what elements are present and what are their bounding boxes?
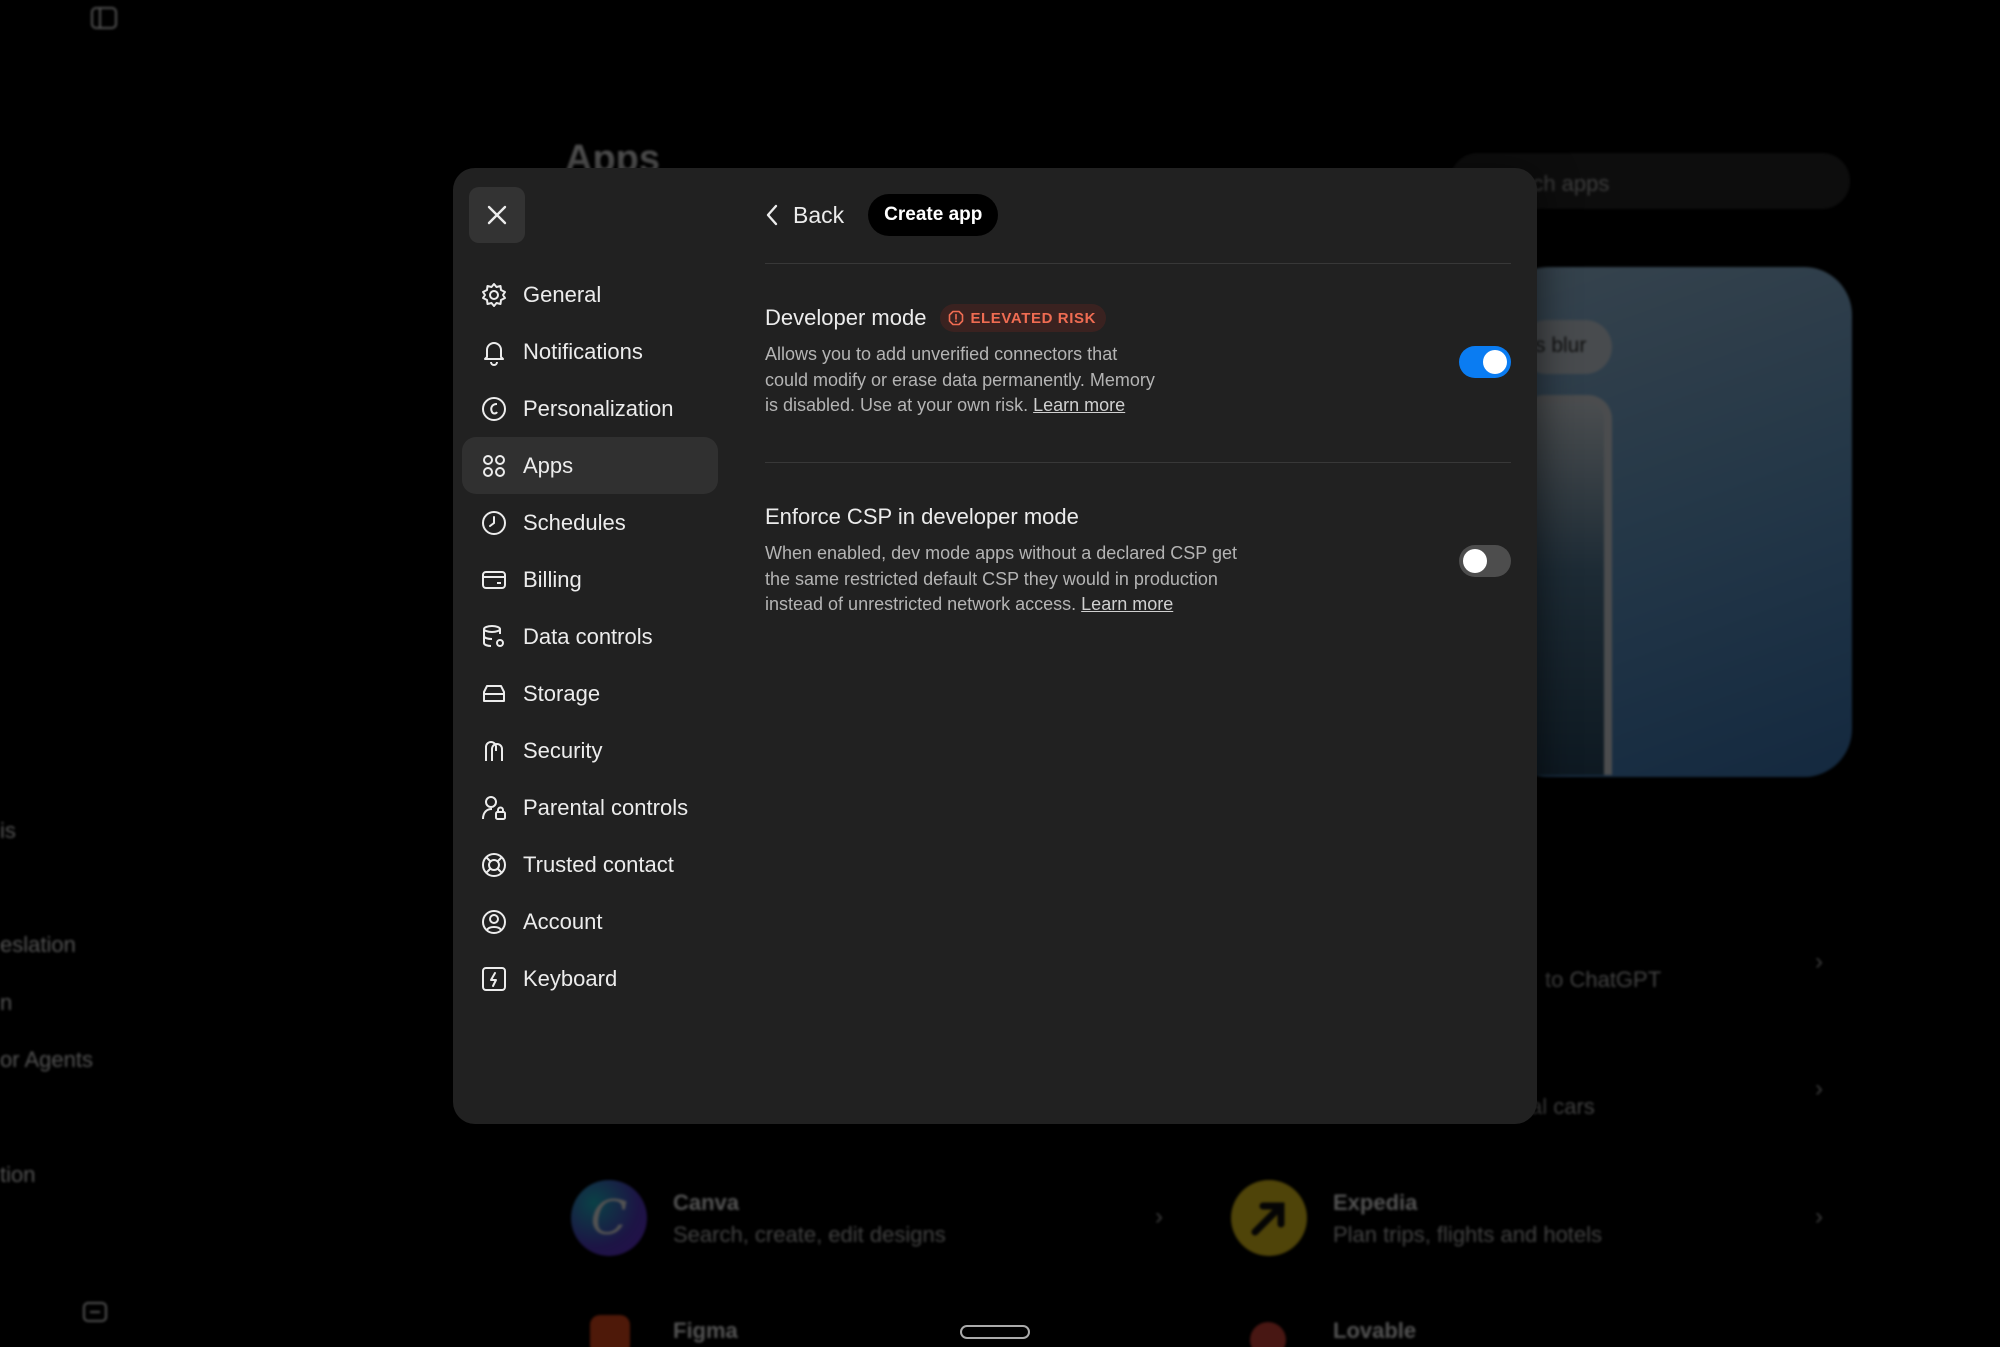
enforce-csp-desc-line: the same restricted default CSP they wou… [765,568,1218,589]
background-sidebar-fragment: tion [0,1162,36,1187]
developer-mode-desc-line: could modify or erase data permanently. … [765,369,1155,390]
nav-item-label: Notifications [523,338,643,364]
create-app-button[interactable]: Create app [868,194,999,236]
toggle-knob [1483,350,1507,374]
background-app-subtitle: to ChatGPT [1545,967,1662,992]
background-hero-chip-text: s blur [1535,334,1587,357]
divider [765,263,1511,264]
settings-modal: General Notifications Personalization Ap… [453,168,1537,1124]
database-gear-icon [479,622,509,652]
settings-nav: General Notifications Personalization Ap… [462,266,718,1007]
toggle-knob [1463,549,1487,573]
background-app-subtitle: Plan trips, flights and hotels [1333,1222,1603,1247]
nav-item-data-controls[interactable]: Data controls [462,608,718,665]
enforce-csp-desc-line: When enabled, dev mode apps without a de… [765,543,1237,563]
nav-item-label: General [523,281,602,307]
nav-item-label: Parental controls [523,794,689,820]
figma-logo-icon [590,1315,630,1347]
background-app-title: Canva [673,1190,740,1215]
divider [765,462,1511,463]
background-app-title: Figma [673,1318,738,1343]
nav-item-personalization[interactable]: Personalization [462,380,718,437]
nav-item-label: Personalization [523,395,674,421]
background-search-placeholder: rch apps [1525,171,1610,196]
chevron-right-icon: › [1815,1203,1823,1230]
lovable-logo-icon [1250,1322,1286,1347]
nav-item-security[interactable]: Security [462,722,718,779]
enforce-csp-desc-line: instead of unrestricted network access. [765,594,1077,614]
clock-icon [479,508,509,538]
nav-item-storage[interactable]: Storage [462,665,718,722]
elevated-risk-text: ELEVATED RISK [970,309,1097,327]
keyboard-icon [479,964,509,994]
bell-icon [479,337,509,367]
nav-item-label: Data controls [523,623,653,649]
home-indicator [960,1325,1030,1339]
close-button[interactable] [469,187,525,243]
background-sidebar-fragment: or Agents [0,1047,93,1072]
chevron-right-icon: › [1815,948,1823,975]
chevron-left-icon [766,204,778,226]
developer-mode-description: Allows you to add unverified connectors … [765,342,1511,419]
chevron-right-icon: › [1815,1075,1823,1102]
background-app-subtitle: al cars [1530,1094,1595,1119]
apps-grid-icon [479,451,509,481]
nav-item-schedules[interactable]: Schedules [462,494,718,551]
developer-mode-desc-line: is disabled. Use at your own risk. [765,395,1029,415]
nav-item-label: Account [523,908,603,934]
background-sidebar-fragment: eslation [0,932,76,957]
parental-icon [479,793,509,823]
chevron-right-icon: › [1155,1203,1163,1230]
nav-item-account[interactable]: Account [462,893,718,950]
user-circle-icon [479,907,509,937]
nav-item-label: Apps [523,452,574,478]
nav-item-parental-controls[interactable]: Parental controls [462,779,718,836]
background-app-title: Expedia [1333,1190,1418,1215]
nav-item-label: Storage [523,680,601,706]
enforce-csp-title: Enforce CSP in developer mode [765,504,1079,529]
nav-item-notifications[interactable]: Notifications [462,323,718,380]
warning-shield-icon [949,310,964,326]
developer-mode-setting: Developer mode ELEVATED RISK Allows you … [765,302,1511,419]
nav-item-billing[interactable]: Billing [462,551,718,608]
enforce-csp-toggle[interactable] [1459,545,1511,577]
nav-item-apps[interactable]: Apps [462,437,718,494]
developer-mode-title: Developer mode [765,305,927,330]
enforce-csp-description: When enabled, dev mode apps without a de… [765,541,1511,618]
edit-icon[interactable] [82,1300,108,1324]
nav-item-label: Trusted contact [523,851,674,877]
back-button[interactable]: Back [765,202,844,229]
nav-item-general[interactable]: General [462,266,718,323]
nav-item-label: Keyboard [523,965,618,991]
back-label: Back [793,201,845,228]
background-app-subtitle: Search, create, edit designs [673,1222,946,1247]
content-topbar: Back Create app [765,194,999,236]
background-app-title: Lovable [1333,1318,1417,1343]
background-sidebar-fragment: is [0,818,16,843]
storage-icon [479,679,509,709]
developer-mode-learn-more-link[interactable]: Learn more [1033,395,1125,415]
close-icon [487,205,507,225]
security-icon [479,736,509,766]
enforce-csp-setting: Enforce CSP in developer mode When enabl… [765,501,1511,618]
lifebuoy-icon [479,850,509,880]
nav-item-keyboard[interactable]: Keyboard [462,950,718,1007]
nav-item-trusted-contact[interactable]: Trusted contact [462,836,718,893]
enforce-csp-learn-more-link[interactable]: Learn more [1081,594,1173,614]
developer-mode-desc-line: Allows you to add unverified connectors … [765,344,1118,364]
nav-item-label: Security [523,737,603,763]
elevated-risk-badge: ELEVATED RISK [940,304,1107,332]
developer-mode-toggle[interactable] [1459,346,1511,378]
credit-card-icon [479,565,509,595]
nav-item-label: Billing [523,566,582,592]
personalization-icon [479,394,509,424]
nav-item-label: Schedules [523,509,626,535]
canva-logo-icon: C [571,1180,647,1256]
expedia-logo-icon [1231,1180,1307,1256]
gear-icon [479,280,509,310]
sidebar-toggle-icon[interactable] [90,6,118,30]
background-sidebar-fragment: n [0,990,13,1015]
